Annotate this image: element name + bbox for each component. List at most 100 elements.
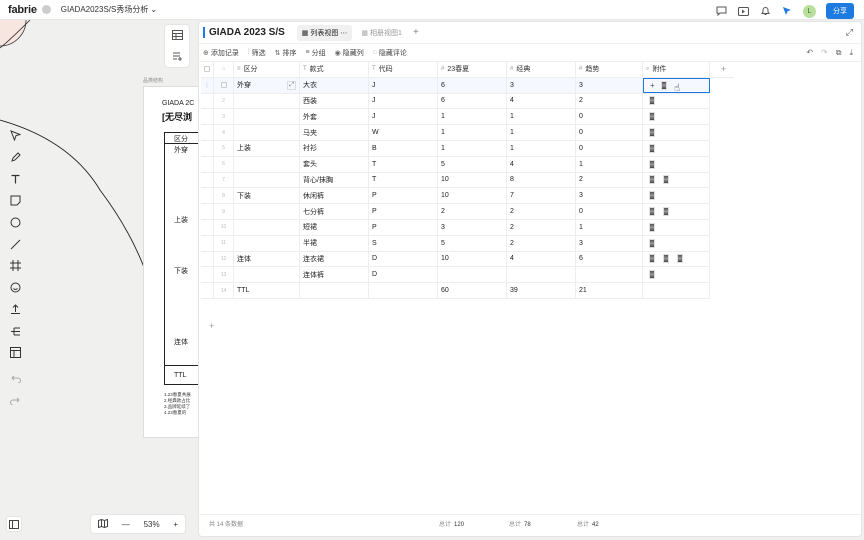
shape-circle-icon[interactable]	[7, 215, 23, 231]
cell-ss23[interactable]: 3	[438, 220, 507, 235]
cell-attachments[interactable]	[643, 156, 710, 172]
cell-trend[interactable]: 2	[576, 93, 643, 109]
attachment-thumbnail[interactable]	[649, 207, 655, 217]
cell-cat[interactable]: 连体	[234, 251, 300, 267]
cell-style[interactable]: 七分裤	[300, 204, 369, 219]
cell-ss23[interactable]: 60	[438, 283, 507, 298]
cell-cat[interactable]	[234, 172, 300, 188]
attachment-thumbnail[interactable]	[649, 191, 655, 201]
comment-icon[interactable]	[715, 5, 727, 17]
expand-record-icon[interactable]: ⤢	[287, 80, 296, 90]
cell-cat[interactable]	[234, 156, 300, 172]
table-row[interactable]: 8 下装 休闲裤 P 10 7 3	[201, 188, 710, 205]
cell-trend[interactable]: 0	[576, 125, 643, 140]
cell-code[interactable]: J	[369, 93, 438, 109]
cell-code[interactable]: D	[369, 251, 438, 267]
attachment-thumbnail[interactable]	[649, 128, 655, 138]
group-button[interactable]: ≡ 分组	[306, 48, 326, 58]
cell-cat[interactable]	[234, 93, 300, 109]
cell-classic[interactable]: 1	[507, 125, 576, 140]
pen-icon[interactable]	[7, 150, 23, 166]
undo-icon[interactable]	[7, 371, 23, 387]
cell-code[interactable]: P	[369, 204, 438, 219]
sidebar-toggle-icon[interactable]	[6, 516, 22, 532]
upload-icon[interactable]	[7, 302, 23, 318]
row-handle[interactable]	[201, 220, 214, 235]
row-handle[interactable]	[201, 267, 214, 283]
cell-style[interactable]: 背心/抹胸	[300, 172, 369, 188]
cell-code[interactable]: D	[369, 267, 438, 283]
cell-code[interactable]: B	[369, 141, 438, 156]
table-row[interactable]: 2 西装 J 6 4 2	[201, 93, 710, 110]
table-row[interactable]: 4 马夹 W 1 1 0	[201, 125, 710, 141]
row-handle[interactable]	[201, 235, 214, 251]
cell-classic[interactable]	[507, 267, 576, 283]
attachment-thumbnail[interactable]	[649, 270, 655, 280]
cell-trend[interactable]: 0	[576, 141, 643, 156]
cell-attachments[interactable]	[643, 125, 710, 140]
cell-style[interactable]: 套头	[300, 156, 369, 172]
cursor-share-icon[interactable]	[781, 5, 793, 17]
cell-classic[interactable]: 1	[507, 141, 576, 156]
cell-style[interactable]: 休闲裤	[300, 188, 369, 204]
zoom-out-button[interactable]: —	[122, 520, 130, 529]
table-row[interactable]: 11 半裙 S 5 2 3	[201, 235, 710, 252]
cell-ss23[interactable]: 1	[438, 125, 507, 140]
hide-comments-button[interactable]: ◌ 隐藏评论	[373, 48, 407, 58]
attachment-thumbnail[interactable]	[663, 207, 669, 217]
cell-style[interactable]: 马夹	[300, 125, 369, 140]
column-header[interactable]: ⌕ 附件	[643, 62, 710, 77]
table-title[interactable]: GIADA 2023 S/S	[209, 27, 285, 38]
cell-ss23[interactable]: 10	[438, 172, 507, 188]
mindmap-icon[interactable]	[7, 323, 23, 339]
attachment-thumbnail[interactable]	[677, 254, 683, 264]
column-header[interactable]: T 代码	[369, 62, 438, 77]
download-icon[interactable]: ⤓	[849, 48, 853, 58]
redo-icon[interactable]	[7, 392, 23, 408]
row-handle[interactable]	[201, 156, 214, 172]
cell-style[interactable]: 外套	[300, 109, 369, 125]
cell-attachments[interactable]	[643, 172, 710, 188]
cell-code[interactable]: J	[369, 77, 438, 93]
add-attachment-icon[interactable]: +	[650, 81, 655, 90]
cell-attachments[interactable]	[643, 267, 710, 283]
table-row[interactable]: 6 套头 T 5 4 1	[201, 156, 710, 173]
present-icon[interactable]	[737, 5, 749, 17]
table-row[interactable]: 10 短裙 P 3 2 1	[201, 220, 710, 236]
cell-ss23[interactable]: 10	[438, 251, 507, 267]
filter-button[interactable]: ⫶ 筛选	[248, 48, 266, 58]
attachment-thumbnail[interactable]	[649, 159, 655, 169]
tab-gallery-view[interactable]: ▦ 相册视图1	[356, 25, 407, 41]
row-handle[interactable]	[201, 93, 214, 109]
template-icon[interactable]	[7, 345, 23, 361]
cell-cat[interactable]	[234, 220, 300, 235]
cell-code[interactable]: S	[369, 235, 438, 251]
cell-trend[interactable]: 3	[576, 188, 643, 204]
add-column-button[interactable]: +	[710, 62, 734, 77]
frame-tool-icon[interactable]	[7, 258, 23, 274]
sort-button[interactable]: ⇅ 排序	[275, 48, 297, 58]
workspace-badge-icon[interactable]	[41, 5, 51, 14]
cell-ss23[interactable]: 1	[438, 141, 507, 156]
cell-cat[interactable]: 上装	[234, 141, 300, 156]
add-record-button[interactable]: ⊕ 添加记录	[203, 48, 239, 58]
table-row[interactable]: 12 连体 连衣裙 D 10 4 6	[201, 251, 710, 268]
cell-cat[interactable]	[234, 125, 300, 140]
table-row[interactable]: 5 上装 衬衫 B 1 1 0	[201, 141, 710, 157]
slide-preview[interactable]: GIADA 2C [无尽浏 区分 外穿 上装 下装 连体 TTL 1.23春夏共…	[143, 86, 201, 438]
row-handle[interactable]	[201, 283, 214, 298]
cell-classic[interactable]: 2	[507, 204, 576, 219]
cell-style[interactable]: 西装	[300, 93, 369, 109]
cell-attachments[interactable]	[643, 204, 710, 219]
cell-ss23[interactable]: 10	[438, 188, 507, 204]
table-row[interactable]: 14 TTL 60 39 21	[201, 283, 710, 299]
cell-trend[interactable]: 1	[576, 220, 643, 235]
row-handle[interactable]	[201, 204, 214, 219]
attachment-thumbnail[interactable]	[649, 112, 655, 122]
select-all-checkbox[interactable]	[201, 62, 214, 77]
line-tool-icon[interactable]	[7, 236, 23, 252]
cell-ss23[interactable]	[438, 267, 507, 283]
cell-cat[interactable]: 下装	[234, 188, 300, 204]
cell-style[interactable]: 连衣裙	[300, 251, 369, 267]
cell-attachments[interactable]	[643, 141, 710, 156]
